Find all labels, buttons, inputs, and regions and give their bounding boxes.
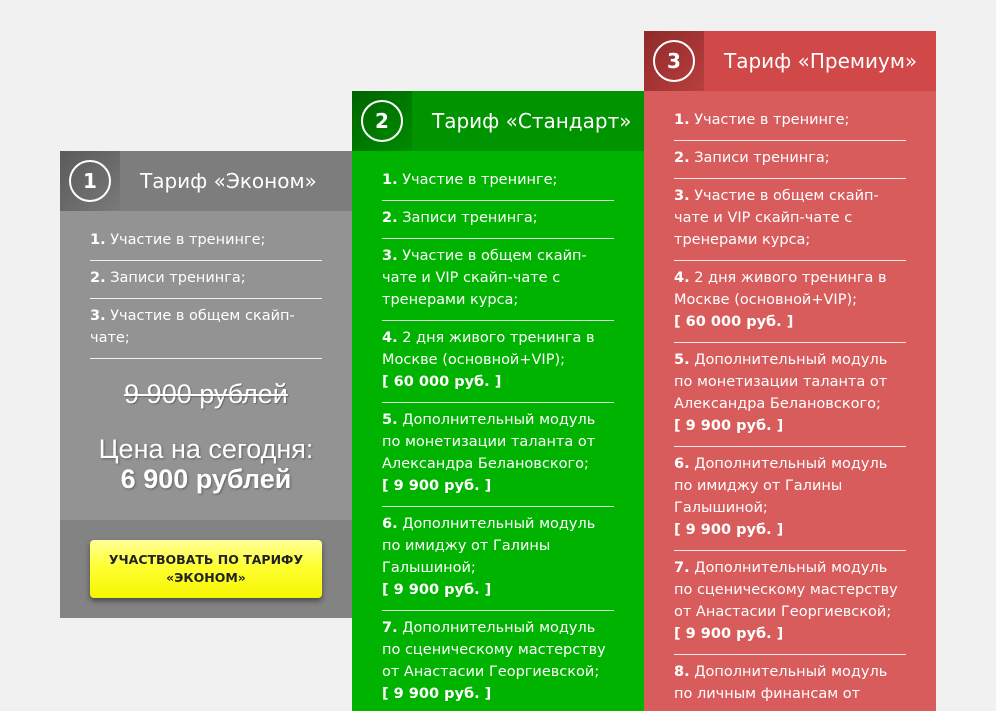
- list-item: 6. Дополнительный модуль по имиджу от Га…: [674, 447, 906, 551]
- plan-number-badge: 1: [69, 160, 111, 202]
- plan-number-badge: 2: [361, 100, 403, 142]
- plan-number-box: 1: [60, 151, 120, 211]
- list-item: 1. Участие в тренинге;: [90, 223, 322, 261]
- plan-header: 1 Тариф «Эконом»: [60, 151, 352, 211]
- item-price: [ 9 900 руб. ]: [674, 418, 784, 434]
- old-price: 9 900 рублей: [124, 379, 288, 409]
- today-price-block: Цена на сегодня: 6 900 рублей: [60, 434, 352, 494]
- list-item: 2. Записи тренинга;: [382, 201, 614, 239]
- plan-footer: УЧАСТВОВАТЬ ПО ТАРИФУ «ЭКОНОМ»: [60, 520, 352, 618]
- plan-header: 2 Тариф «Стандарт»: [352, 91, 644, 151]
- item-price: [ 60 000 руб. ]: [382, 374, 502, 390]
- list-item: 1. Участие в тренинге;: [674, 103, 906, 141]
- join-econom-button[interactable]: УЧАСТВОВАТЬ ПО ТАРИФУ «ЭКОНОМ»: [90, 540, 322, 598]
- list-item: 7. Дополнительный модуль по сценическому…: [674, 551, 906, 655]
- list-item: 3. Участие в общем скайп-чате и VIP скай…: [674, 179, 906, 261]
- plan-number-box: 2: [352, 91, 412, 151]
- plan-feature-list: 1. Участие в тренинге; 2. Записи тренинг…: [60, 211, 352, 359]
- plan-header: 3 Тариф «Премиум»: [644, 31, 936, 91]
- plan-feature-list: 1. Участие в тренинге; 2. Записи тренинг…: [352, 151, 644, 711]
- list-item: 6. Дополнительный модуль по имиджу от Га…: [382, 507, 614, 611]
- list-item: 4. 2 дня живого тренинга в Москве (основ…: [382, 321, 614, 403]
- list-item: 3. Участие в общем скайп-чате и VIP скай…: [382, 239, 614, 321]
- item-price: [ 9 900 руб. ]: [382, 582, 492, 598]
- plan-title: Тариф «Эконом»: [140, 169, 317, 193]
- plan-card-premium: 3 Тариф «Премиум» 1. Участие в тренинге;…: [644, 31, 936, 711]
- list-item: 1. Участие в тренинге;: [382, 163, 614, 201]
- plan-card-standard: 2 Тариф «Стандарт» 1. Участие в тренинге…: [352, 91, 644, 711]
- list-item: 2. Записи тренинга;: [674, 141, 906, 179]
- today-label: Цена на сегодня:: [98, 434, 314, 464]
- list-item: 5. Дополнительный модуль по монетизации …: [674, 343, 906, 447]
- plan-title: Тариф «Премиум»: [724, 49, 918, 73]
- plan-feature-list: 1. Участие в тренинге; 2. Записи тренинг…: [644, 91, 936, 711]
- plan-number-box: 3: [644, 31, 704, 91]
- item-price: [ 9 900 руб. ]: [382, 686, 492, 702]
- list-item: 8. Дополнительный модуль по личным финан…: [674, 655, 906, 711]
- plan-number-badge: 3: [653, 40, 695, 82]
- plan-card-econom: 1 Тариф «Эконом» 1. Участие в тренинге; …: [60, 151, 352, 618]
- list-item: 4. 2 дня живого тренинга в Москве (основ…: [674, 261, 906, 343]
- item-price: [ 9 900 руб. ]: [674, 522, 784, 538]
- item-price: [ 9 900 руб. ]: [674, 626, 784, 642]
- list-item: 7. Дополнительный модуль по сценическому…: [382, 611, 614, 711]
- today-price: 6 900 рублей: [120, 464, 292, 494]
- item-price: [ 60 000 руб. ]: [674, 314, 794, 330]
- plan-title: Тариф «Стандарт»: [432, 109, 632, 133]
- list-item: 2. Записи тренинга;: [90, 261, 322, 299]
- item-price: [ 9 900 руб. ]: [382, 478, 492, 494]
- list-item: 5. Дополнительный модуль по монетизации …: [382, 403, 614, 507]
- list-item: 3. Участие в общем скайп-чате;: [90, 299, 322, 359]
